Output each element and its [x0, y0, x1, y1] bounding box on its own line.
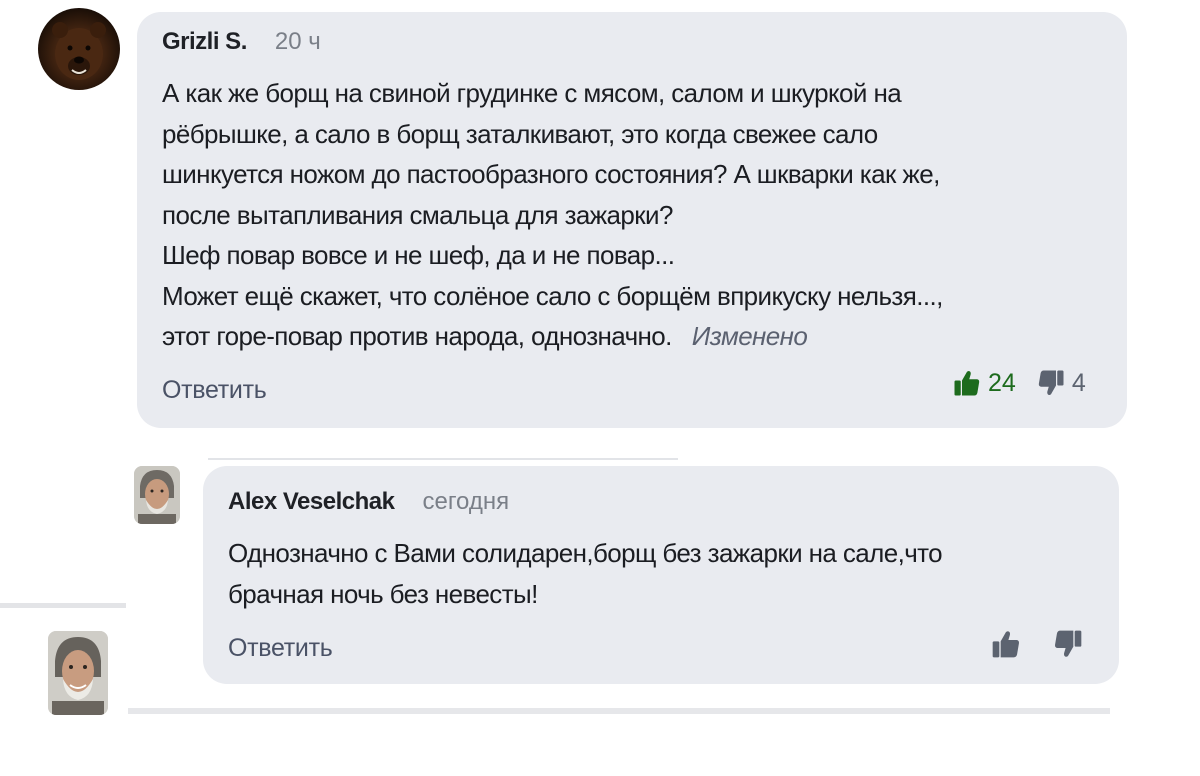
comment-time: 20 ч — [274, 28, 321, 55]
comment-text-line: шинкуется ножом до пастообразного состоя… — [162, 159, 940, 189]
divider — [208, 458, 678, 460]
dislike-count: 4 — [1071, 368, 1086, 397]
vote-controls — [990, 628, 1084, 660]
reply-button[interactable]: Ответить — [162, 376, 267, 405]
like-button[interactable]: 24 — [952, 368, 1016, 398]
thumbs-down-icon — [1036, 368, 1066, 398]
divider — [128, 708, 1110, 714]
reply-text-line: Однозначно с Вами солидарен,борщ без заж… — [228, 538, 943, 568]
dislike-button[interactable]: 4 — [1036, 368, 1086, 398]
edited-label: Изменено — [691, 321, 808, 351]
comment-text-line: после вытапливания смальца для зажарки? — [162, 199, 673, 230]
reply-author[interactable]: Alex Veselchak — [228, 488, 395, 516]
user-avatar-alex[interactable] — [134, 466, 180, 524]
comment-text-line: А как же борщ на свиной грудинке с мясом… — [162, 78, 902, 108]
current-user-avatar[interactable] — [48, 631, 108, 715]
comment-text-line: Шеф повар вовсе и не шеф, да и не повар.… — [162, 240, 675, 270]
comment-text-line: рёбрышке, а сало в борщ заталкивают, это… — [162, 118, 878, 149]
comment-author[interactable]: Grizli S. — [162, 28, 247, 56]
reply-time: сегодня — [422, 488, 510, 515]
thumbs-down-icon — [1052, 628, 1084, 660]
comment-text: А как же борщ на свиной грудинке с мясом… — [162, 73, 943, 357]
like-button[interactable] — [990, 628, 1022, 660]
comment-text-line: Может ещё скажет, что солёное сало с бор… — [162, 280, 943, 311]
comment-header: Grizli S. 20 ч — [162, 28, 321, 56]
vote-controls: 24 4 — [952, 368, 1086, 398]
reply-header: Alex Veselchak сегодня — [228, 488, 509, 516]
dislike-button[interactable] — [1052, 628, 1084, 660]
reply-button[interactable]: Ответить — [228, 634, 333, 663]
user-avatar-grizli[interactable] — [38, 8, 120, 90]
reply-text-line: брачная ночь без невесты! — [228, 578, 538, 609]
thumbs-up-icon — [952, 368, 982, 398]
comment-text-line-content: этот горе-повар против народа, однозначн… — [162, 321, 672, 351]
comment-text-line-last: этот горе-повар против народа, однозначн… — [162, 316, 943, 357]
divider — [0, 603, 126, 608]
like-count: 24 — [988, 368, 1016, 397]
comments-page: Grizli S. 20 ч А как же борщ на свиной г… — [0, 0, 1200, 776]
reply-text: Однозначно с Вами солидарен,борщ без заж… — [228, 533, 943, 614]
thumbs-up-icon — [990, 628, 1022, 660]
